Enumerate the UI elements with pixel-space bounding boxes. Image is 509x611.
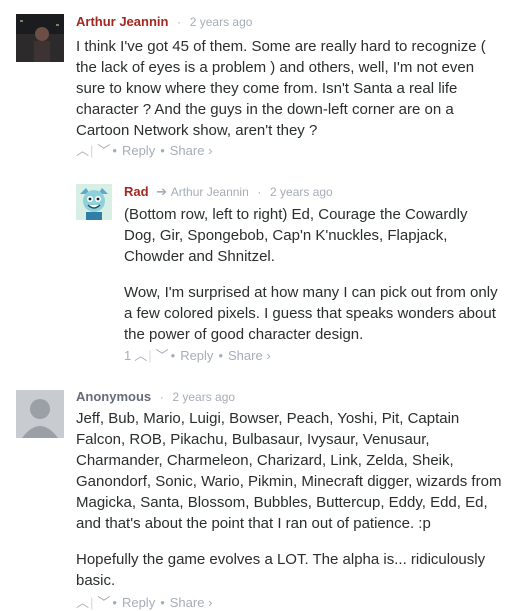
downvote-icon[interactable]: ﹀ xyxy=(97,595,110,611)
avatar-photo-icon xyxy=(16,14,64,62)
comment-body: (Bottom row, left to right) Ed, Courage … xyxy=(124,204,500,345)
comment-body: I think I've got 45 of them. Some are re… xyxy=(76,36,501,141)
meta-separator: · xyxy=(159,390,164,404)
avatar-cartoon-icon xyxy=(76,184,112,220)
comment-actions: 1 ︿| ﹀ • Reply • Share › xyxy=(124,348,271,364)
default-user-icon xyxy=(16,390,64,438)
downvote-icon[interactable]: ﹀ xyxy=(156,348,169,364)
vote-divider: | xyxy=(90,595,94,610)
avatar[interactable] xyxy=(16,390,64,438)
comment-actions: ︿| ﹀ • Reply • Share › xyxy=(76,143,212,159)
meta-separator: • xyxy=(218,348,223,363)
comment-author[interactable]: Rad xyxy=(124,184,149,199)
comment-paragraph: Jeff, Bub, Mario, Luigi, Bowser, Peach, … xyxy=(76,410,502,532)
comment-paragraph: Hopefully the game evolves a LOT. The al… xyxy=(76,551,486,589)
in-reply-to-author[interactable]: Arthur Jeannin xyxy=(171,185,249,199)
avatar[interactable] xyxy=(76,184,112,220)
meta-separator: • xyxy=(160,143,165,158)
comment-timestamp[interactable]: 2 years ago xyxy=(270,185,333,199)
comment-paragraph: (Bottom row, left to right) Ed, Courage … xyxy=(124,206,468,265)
vote-divider: | xyxy=(90,143,94,158)
meta-separator: • xyxy=(160,595,165,610)
reply-button[interactable]: Reply xyxy=(122,143,155,159)
comment-author: Anonymous xyxy=(76,389,152,404)
meta-separator: · xyxy=(257,185,262,199)
comment-author[interactable]: Arthur Jeannin xyxy=(76,14,168,29)
meta-separator: · xyxy=(177,15,182,29)
vote-divider: | xyxy=(148,348,152,363)
reply-to-arrow-icon: ➔ xyxy=(156,184,168,199)
comment-actions: ︿| ﹀ • Reply • Share › xyxy=(76,595,212,611)
upvote-icon[interactable]: ︿ xyxy=(76,595,89,611)
comment-timestamp[interactable]: 2 years ago xyxy=(190,15,253,29)
comment-paragraph: Wow, I'm surprised at how many I can pic… xyxy=(124,284,498,343)
meta-separator: • xyxy=(170,348,176,363)
upvote-icon[interactable]: ︿ xyxy=(76,143,89,159)
meta-separator: • xyxy=(112,143,117,158)
share-button[interactable]: Share › xyxy=(170,143,213,159)
reply-button[interactable]: Reply xyxy=(122,595,155,611)
share-button[interactable]: Share › xyxy=(228,348,271,364)
comment-text: I think I've got 45 of them. Some are re… xyxy=(76,38,486,139)
share-button[interactable]: Share › xyxy=(170,595,213,611)
upvote-count: 1 xyxy=(124,348,132,363)
upvote-icon[interactable]: ︿ xyxy=(134,348,147,364)
comment-body: Jeff, Bub, Mario, Luigi, Bowser, Peach, … xyxy=(76,408,504,591)
reply-button[interactable]: Reply xyxy=(180,348,213,364)
avatar[interactable] xyxy=(16,14,64,62)
meta-separator: • xyxy=(112,595,117,610)
downvote-icon[interactable]: ﹀ xyxy=(97,143,110,159)
comment-timestamp[interactable]: 2 years ago xyxy=(172,390,235,404)
